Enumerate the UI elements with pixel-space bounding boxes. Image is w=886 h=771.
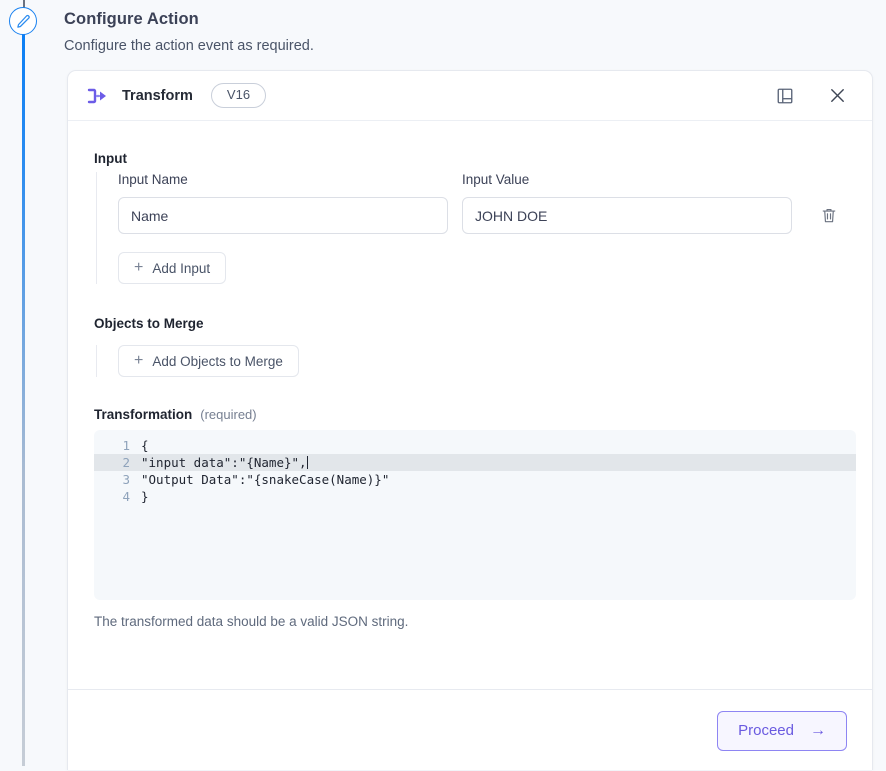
objects-to-merge-heading: Objects to Merge — [94, 316, 204, 331]
version-badge: V16 — [210, 82, 267, 109]
plus-icon: + — [134, 352, 144, 369]
objects-to-merge-group: + Add Objects to Merge — [96, 345, 852, 377]
plus-icon: + — [134, 259, 144, 276]
code-line[interactable]: 4} — [94, 488, 856, 505]
input-value-field-wrap: Input Value — [462, 172, 792, 234]
pencil-icon — [16, 14, 31, 29]
configure-action-card: Transform V16 Input Input Name Name Inpu… — [67, 70, 873, 770]
input-name-field[interactable] — [118, 197, 448, 234]
code-line[interactable]: 1{ — [94, 437, 856, 454]
transformation-helper-text: The transformed data should be a valid J… — [94, 614, 409, 629]
code-line-number: 1 — [122, 438, 130, 453]
code-line-text: } — [141, 489, 149, 504]
add-objects-to-merge-button[interactable]: + Add Objects to Merge — [118, 345, 299, 377]
transformation-heading: Transformation — [94, 407, 193, 422]
page-subtitle: Configure the action event as required. — [64, 38, 314, 54]
card-header: Transform V16 — [68, 71, 872, 121]
card-body: Input Input Name Input Value — [68, 121, 872, 689]
code-line-text: "input data":"{Name}", — [141, 455, 307, 470]
workflow-step-node[interactable] — [9, 7, 37, 35]
close-icon[interactable] — [824, 83, 850, 109]
add-objects-wrap: + Add Objects to Merge — [118, 345, 852, 377]
transformation-code-editor[interactable]: 1{2 "input data":"{Name}", 3 "Output Data":… — [94, 430, 856, 600]
card-title: Transform — [122, 87, 193, 104]
workflow-rail — [0, 0, 48, 766]
input-value-field[interactable] — [462, 197, 792, 234]
text-caret — [306, 456, 308, 469]
transformation-heading-row: Transformation (required) — [94, 407, 852, 422]
add-input-button[interactable]: + Add Input — [118, 252, 227, 284]
code-line-text: { — [141, 438, 149, 453]
input-section: Input Input Name Input Value — [94, 151, 852, 284]
objects-to-merge-section: Objects to Merge + Add Objects to Merge — [94, 316, 852, 377]
proceed-button[interactable]: Proceed → — [717, 710, 847, 751]
card-footer: Proceed → — [68, 689, 872, 771]
arrow-right-icon: → — [810, 721, 826, 739]
add-objects-to-merge-label: Add Objects to Merge — [152, 353, 283, 369]
proceed-label: Proceed — [738, 722, 794, 739]
transformation-section: Transformation (required) 1{2 "input data… — [94, 407, 856, 629]
add-input-wrap: + Add Input — [118, 252, 852, 284]
page-title: Configure Action — [64, 10, 199, 28]
add-input-label: Add Input — [152, 260, 211, 276]
input-section-heading: Input — [94, 151, 127, 166]
transformation-required-note: (required) — [200, 407, 257, 422]
input-name-field-wrap: Input Name — [118, 172, 448, 234]
code-line-number: 4 — [122, 489, 130, 504]
trash-icon[interactable] — [816, 197, 842, 234]
transform-icon — [86, 85, 108, 107]
input-value-label: Input Value — [462, 172, 530, 187]
notebook-icon[interactable] — [772, 83, 798, 109]
rail-connector-line — [22, 34, 25, 766]
input-row: Input Name Input Value — [118, 172, 852, 234]
input-group: Input Name Input Value — [96, 172, 852, 284]
page-header: Configure Action Configure the action ev… — [64, 10, 764, 54]
code-line-text: "Output Data":"{snakeCase(Name)}" — [141, 472, 390, 487]
code-line[interactable]: 2 "input data":"{Name}", — [94, 454, 856, 471]
code-line-number: 3 — [122, 472, 130, 487]
input-name-label: Input Name — [118, 172, 188, 187]
code-line[interactable]: 3 "Output Data":"{snakeCase(Name)}" — [94, 471, 856, 488]
code-line-number: 2 — [122, 455, 130, 470]
